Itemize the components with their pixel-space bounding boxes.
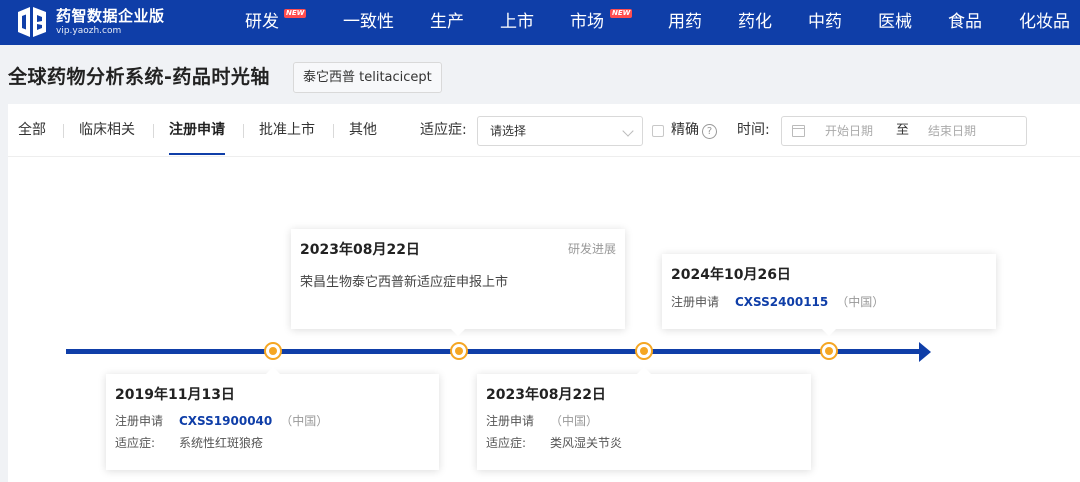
start-date-input[interactable]: 开始日期 bbox=[825, 117, 873, 145]
card-pointer bbox=[637, 367, 651, 374]
end-date-input[interactable]: 结束日期 bbox=[928, 117, 976, 145]
nav-label: 药化 bbox=[738, 12, 772, 32]
filter-divider bbox=[8, 156, 1080, 157]
event-row: 注册申请 CXSS2400115 （中国） bbox=[671, 293, 884, 310]
timeline-event-card[interactable]: 2024年10月26日 注册申请 CXSS2400115 （中国） bbox=[662, 254, 996, 336]
nav-tcm[interactable]: 中药 bbox=[808, 0, 842, 45]
indication-select-value: 请选择 bbox=[490, 124, 527, 138]
row-key: 注册申请 bbox=[671, 295, 720, 309]
nav-medication[interactable]: 用药 bbox=[668, 0, 702, 45]
timeline-arrow-icon bbox=[919, 342, 931, 362]
help-icon[interactable]: ? bbox=[702, 124, 717, 139]
country-text: （中国） bbox=[550, 414, 599, 428]
nav-cosmetics[interactable]: 化妆品 bbox=[1019, 0, 1070, 45]
exact-label[interactable]: 精确 bbox=[671, 118, 699, 142]
indication-select[interactable]: 请选择 bbox=[477, 116, 643, 146]
tab-clinical[interactable]: 临床相关 bbox=[79, 118, 135, 156]
date-range-picker[interactable]: 开始日期 至 结束日期 bbox=[781, 116, 1027, 146]
nav-production[interactable]: 生产 bbox=[430, 0, 464, 45]
timeline-event-card[interactable]: 2023年08月22日 注册申请 （中国） 适应症: 类风湿关节炎 bbox=[477, 367, 811, 470]
calendar-icon bbox=[792, 125, 805, 137]
registration-code-link[interactable]: CXSS1900040 bbox=[179, 414, 272, 428]
indication-value: 类风湿关节炎 bbox=[550, 436, 623, 450]
nav-devices[interactable]: 医械 bbox=[878, 0, 912, 45]
timeline-node[interactable] bbox=[450, 342, 468, 360]
row-key: 注册申请 bbox=[115, 414, 164, 428]
timeline-node[interactable] bbox=[264, 342, 282, 360]
timeline-axis bbox=[66, 349, 921, 354]
nav-label: 食品 bbox=[948, 12, 982, 32]
tab-other[interactable]: 其他 bbox=[349, 118, 377, 156]
nav-label: 市场 bbox=[570, 12, 604, 32]
event-description: 荣昌生物泰它西普新适应症申报上市 bbox=[300, 275, 509, 290]
event-date: 2023年08月22日 bbox=[300, 242, 420, 258]
nav-research[interactable]: 研发 bbox=[245, 0, 279, 45]
nav-label: 中药 bbox=[808, 12, 842, 32]
nav-label: 上市 bbox=[500, 12, 534, 32]
page-title: 全球药物分析系统-药品时光轴 bbox=[8, 66, 270, 88]
event-row: 适应症: 类风湿关节炎 bbox=[486, 434, 622, 451]
yaozh-logo-icon bbox=[14, 6, 50, 38]
brand-name: 药智数据企业版 bbox=[56, 6, 165, 25]
nav-food[interactable]: 食品 bbox=[948, 0, 982, 45]
nav-label: 一致性 bbox=[343, 12, 394, 32]
row-key: 适应症: bbox=[486, 436, 527, 450]
nav-chemistry[interactable]: 药化 bbox=[738, 0, 772, 45]
brand-url: vip.yaozh.com bbox=[56, 25, 122, 36]
nav-label: 生产 bbox=[430, 12, 464, 32]
timeline-event-card[interactable]: 2023年08月22日 研发进展 荣昌生物泰它西普新适应症申报上市 bbox=[291, 229, 625, 336]
nav-label: 用药 bbox=[668, 12, 702, 32]
timeline-node[interactable] bbox=[820, 342, 838, 360]
card-pointer bbox=[266, 367, 280, 374]
row-key: 适应症: bbox=[115, 436, 156, 450]
tab-divider bbox=[333, 124, 334, 138]
tab-divider bbox=[153, 124, 154, 138]
event-date: 2023年08月22日 bbox=[486, 387, 606, 403]
timeline-node[interactable] bbox=[635, 342, 653, 360]
event-date: 2019年11月13日 bbox=[115, 387, 235, 403]
row-key: 注册申请 bbox=[486, 414, 535, 428]
indication-label: 适应症: bbox=[420, 122, 467, 138]
top-navbar: 药智数据企业版 vip.yaozh.com 研发 NEW 一致性 生产 上市 市… bbox=[0, 0, 1080, 45]
event-date: 2024年10月26日 bbox=[671, 267, 791, 283]
date-range-separator: 至 bbox=[896, 123, 910, 138]
tab-divider bbox=[63, 124, 64, 138]
tab-registration[interactable]: 注册申请 bbox=[169, 118, 225, 156]
exact-checkbox[interactable] bbox=[652, 125, 664, 137]
nav-listing[interactable]: 上市 bbox=[500, 0, 534, 45]
new-badge: NEW bbox=[610, 9, 633, 18]
brand-logo[interactable]: 药智数据企业版 vip.yaozh.com bbox=[14, 6, 165, 38]
card-pointer bbox=[822, 329, 836, 336]
nav-market[interactable]: 市场 bbox=[570, 0, 604, 45]
country-text: （中国） bbox=[836, 295, 885, 309]
nav-consistency[interactable]: 一致性 bbox=[343, 0, 394, 45]
tab-divider bbox=[243, 124, 244, 138]
nav-label: 医械 bbox=[878, 12, 912, 32]
nav-label: 研发 bbox=[245, 12, 279, 32]
indication-value: 系统性红斑狼疮 bbox=[179, 436, 264, 450]
registration-code-link[interactable]: CXSS2400115 bbox=[735, 295, 828, 309]
nav-label: 化妆品 bbox=[1019, 12, 1070, 32]
event-row: 适应症: 系统性红斑狼疮 bbox=[115, 434, 263, 451]
chevron-down-icon bbox=[622, 125, 634, 137]
drug-name-tag[interactable]: 泰它西普 telitacicept bbox=[293, 62, 442, 93]
tab-approval[interactable]: 批准上市 bbox=[259, 118, 315, 156]
event-row: 注册申请 （中国） bbox=[486, 412, 598, 429]
country-text: （中国） bbox=[280, 414, 329, 428]
tab-all[interactable]: 全部 bbox=[18, 118, 46, 156]
event-category: 研发进展 bbox=[567, 242, 616, 256]
timeline-event-card[interactable]: 2019年11月13日 注册申请 CXSS1900040 （中国） 适应症: 系统性红… bbox=[106, 367, 439, 470]
card-pointer bbox=[451, 329, 465, 336]
new-badge: NEW bbox=[284, 9, 307, 18]
event-row: 注册申请 CXSS1900040 （中国） bbox=[115, 412, 328, 429]
time-label: 时间: bbox=[737, 122, 770, 138]
